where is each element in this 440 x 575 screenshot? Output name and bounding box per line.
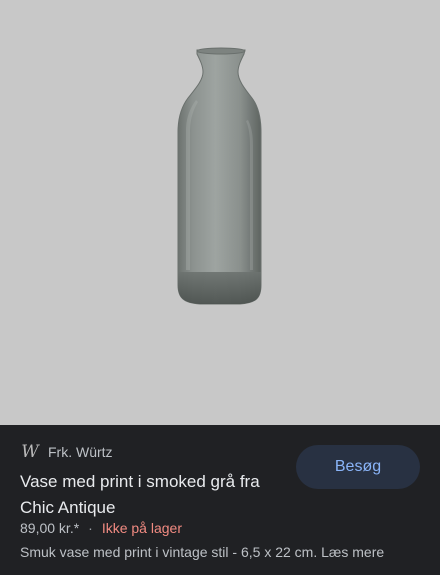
separator: · xyxy=(88,520,93,536)
stock-status: Ikke på lager xyxy=(101,520,182,536)
price-stock-row: 89,00 kr.* · Ikke på lager xyxy=(20,520,182,536)
store-logo-icon: W xyxy=(21,442,39,462)
source-row[interactable]: W Frk. Würtz xyxy=(20,442,113,462)
vase-image xyxy=(177,47,262,305)
product-image[interactable] xyxy=(0,0,440,425)
price: 89,00 kr.* xyxy=(20,520,80,536)
visit-button[interactable]: Besøg xyxy=(296,445,420,489)
product-title[interactable]: Vase med print i smoked grå fra Chic Ant… xyxy=(20,469,295,521)
product-description[interactable]: Smuk vase med print i vintage stil - 6,5… xyxy=(20,544,384,560)
store-name[interactable]: Frk. Würtz xyxy=(48,444,113,460)
product-info-panel: W Frk. Würtz Vase med print i smoked grå… xyxy=(0,425,440,575)
